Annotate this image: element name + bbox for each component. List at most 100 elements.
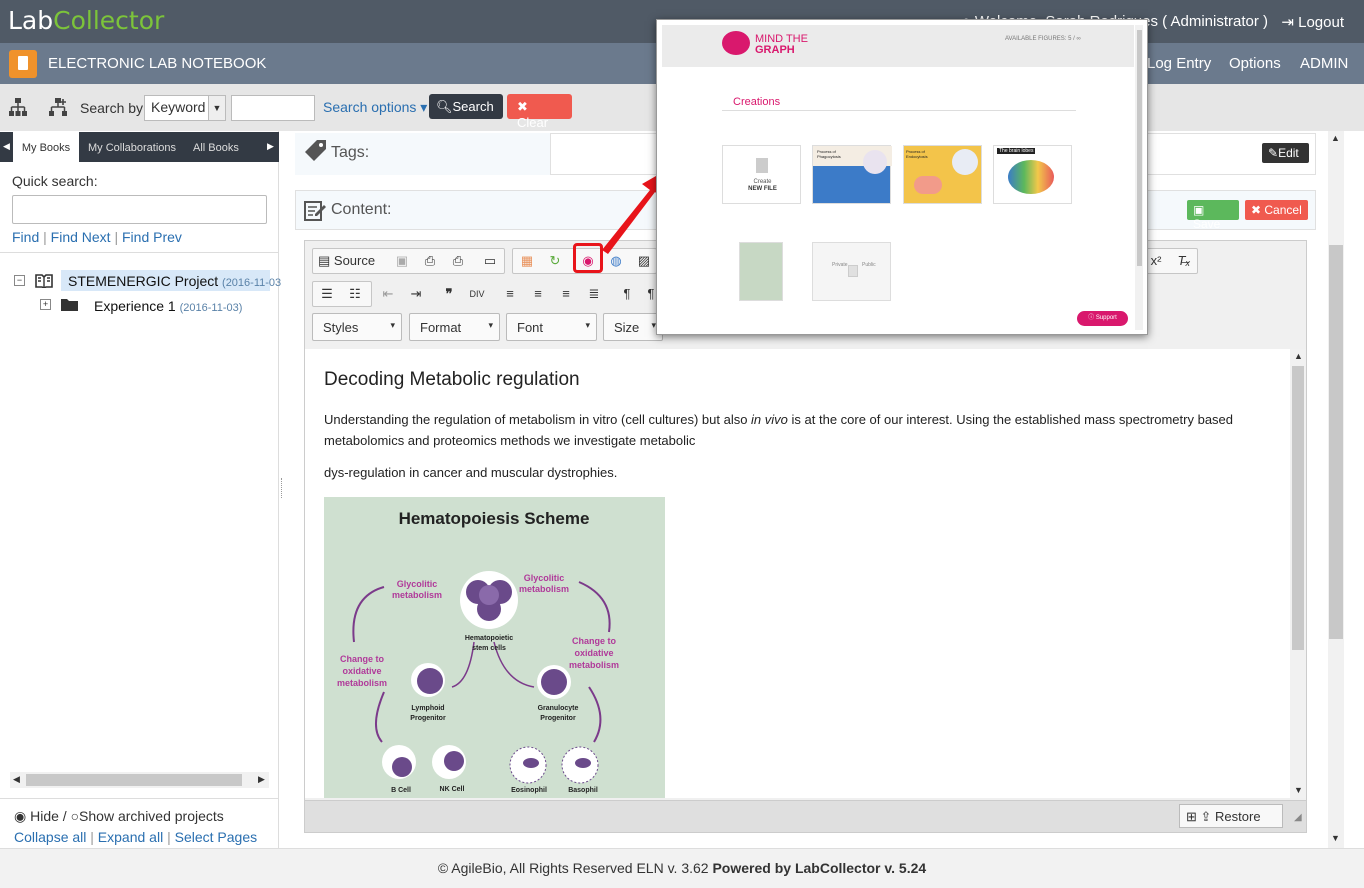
numbered-list-icon[interactable]: ☰ <box>316 283 338 305</box>
clear-button[interactable]: ✖ Clear <box>507 94 572 130</box>
bulleted-list-icon[interactable]: ☷ <box>344 283 366 305</box>
restore-icon: ⇪ <box>1200 809 1216 824</box>
ltr-icon[interactable]: ¶ <box>616 283 638 305</box>
tab-all-books[interactable]: All Books <box>193 132 239 162</box>
document-paragraph: Understanding the regulation of metaboli… <box>324 412 1234 448</box>
restore-button[interactable]: ⊞ ⇪ Restore <box>1179 804 1283 828</box>
scroll-up-icon[interactable]: ▲ <box>1331 133 1340 143</box>
show-radio[interactable]: ○ <box>71 808 79 824</box>
collapse-toggle-icon[interactable]: − <box>14 275 25 286</box>
expand-all-link[interactable]: Expand all <box>98 829 163 845</box>
tab-left-arrow-icon[interactable]: ◀ <box>3 141 10 152</box>
creation-thumbnail[interactable]: Process of Phagocytosis <box>812 145 892 204</box>
creation-thumbnail[interactable]: Process of Endocytosis <box>903 145 982 204</box>
creation-thumbnail[interactable]: The brain lobes <box>993 145 1072 204</box>
labcollector-logo[interactable]: LabCollector <box>8 6 164 35</box>
blockquote-icon[interactable]: ❞ <box>438 283 460 305</box>
nav-admin[interactable]: ADMIN <box>1300 55 1348 72</box>
find-prev-link[interactable]: Find Prev <box>122 229 182 245</box>
size-combo[interactable]: Size <box>603 313 663 341</box>
select-pages-link[interactable]: Select Pages <box>175 829 258 845</box>
creation-thumbnail[interactable]: Private Public <box>812 242 891 301</box>
font-combo[interactable]: Font <box>506 313 597 341</box>
tab-my-books[interactable]: My Books <box>13 132 79 162</box>
search-button[interactable]: 🔍︎Search <box>429 94 503 119</box>
create-new-file-card[interactable]: Create NEW FILE <box>722 145 801 204</box>
available-figures: AVAILABLE FIGURES: 5 / ∞ <box>1005 36 1081 42</box>
edit-tags-button[interactable]: ✎Edit <box>1262 143 1309 163</box>
print-icon[interactable]: ⎙ <box>447 250 469 272</box>
notebook-icon <box>9 50 37 78</box>
svg-text:Basophil: Basophil <box>568 787 598 794</box>
splitter-handle[interactable] <box>281 478 283 498</box>
edit-document-icon <box>304 201 326 221</box>
file-icon <box>756 158 768 173</box>
svg-text:Glycoliticmetabolism: Glycolitic metabolism <box>392 579 442 600</box>
remove-format-icon[interactable]: T̶ₓ <box>1173 250 1195 272</box>
find-links: Find | Find Next | Find Prev <box>12 229 182 245</box>
document-title: Decoding Metabolic regulation <box>324 369 580 390</box>
align-center-icon[interactable]: ≡ <box>527 283 549 305</box>
indent-icon[interactable]: ⇥ <box>405 283 427 305</box>
find-next-link[interactable]: Find Next <box>51 229 111 245</box>
editor-footer <box>305 800 1306 832</box>
tree-item-experience[interactable]: Experience 1 (2016-11-03) <box>94 298 242 314</box>
source-button[interactable]: ▤ Source <box>318 253 375 269</box>
tree-item-project[interactable]: STEMENERGIC Project (2016-11-03 <box>68 273 281 289</box>
superscript-icon[interactable]: x² <box>1145 250 1167 272</box>
nav-options[interactable]: Options <box>1229 55 1281 72</box>
mindthegraph-logo-icon <box>722 31 750 55</box>
scroll-right-icon[interactable]: ▶ <box>258 774 265 785</box>
creation-thumbnail[interactable] <box>739 242 783 301</box>
hematopoiesis-infographic[interactable]: Hematopoiesis Scheme Glycolitic metabolis… <box>324 497 665 798</box>
justify-icon[interactable]: ≣ <box>583 283 605 305</box>
find-link[interactable]: Find <box>12 229 39 245</box>
save-button[interactable]: ▣ Save <box>1187 200 1239 231</box>
source-icon: ▤ <box>318 253 334 268</box>
support-button[interactable]: ⓘ Support <box>1077 311 1128 326</box>
search-by-select[interactable]: Keyword ▼ <box>144 95 226 121</box>
svg-text:LymphoidProgenitor: Lymphoid Progenitor <box>410 705 446 722</box>
bookmark-icon: ⊞ <box>1186 809 1197 824</box>
tab-my-collaborations[interactable]: My Collaborations <box>88 132 176 162</box>
hide-radio[interactable]: ◉ <box>14 808 26 824</box>
expand-toggle-icon[interactable]: + <box>40 299 51 310</box>
scroll-left-icon[interactable]: ◀ <box>13 774 20 785</box>
scrollbar-thumb[interactable] <box>1292 366 1304 650</box>
sitemap-icon[interactable] <box>8 97 28 117</box>
archive-options: ◉ Hide / ○Show archived projects <box>14 808 224 824</box>
align-left-icon[interactable]: ≡ <box>499 283 521 305</box>
svg-text:Hematopoieticstem cells: Hematopoietic stem cells <box>465 635 513 652</box>
search-options-dropdown[interactable]: Search options ▾ <box>323 99 427 116</box>
tab-right-arrow-icon[interactable]: ▶ <box>267 141 274 152</box>
help-icon: ⓘ <box>1088 315 1096 321</box>
search-icon: 🔍︎ <box>436 99 453 114</box>
outdent-icon[interactable]: ⇤ <box>377 283 399 305</box>
footer-text: © AgileBio, All Rights Reserved ELN v. 3… <box>437 860 927 876</box>
logout-link[interactable]: ⇥ Logout <box>1281 13 1344 31</box>
redo-arrow-icon[interactable]: ↻ <box>544 250 566 272</box>
scroll-down-icon[interactable]: ▼ <box>1294 785 1303 795</box>
templates-icon[interactable]: ▭ <box>479 250 501 272</box>
preview-icon[interactable]: ⎙ <box>419 250 441 272</box>
table-icon[interactable]: ▦ <box>516 250 538 272</box>
format-combo[interactable]: Format <box>409 313 500 341</box>
div-icon[interactable]: DIV <box>466 283 488 305</box>
collapse-all-link[interactable]: Collapse all <box>14 829 86 845</box>
resize-grip-icon[interactable]: ◢ <box>1294 812 1302 823</box>
save-doc-icon[interactable]: ▣ <box>391 250 413 272</box>
cancel-button[interactable]: ✖ Cancel <box>1245 200 1308 220</box>
scrollbar-thumb[interactable] <box>26 774 242 786</box>
align-right-icon[interactable]: ≡ <box>555 283 577 305</box>
tree-plus-icon[interactable] <box>48 97 68 117</box>
scrollbar-thumb[interactable] <box>1137 30 1142 266</box>
svg-text:NK Cell: NK Cell <box>440 786 465 793</box>
scroll-up-icon[interactable]: ▲ <box>1294 351 1303 361</box>
search-input[interactable] <box>231 95 315 121</box>
nav-log-entry[interactable]: Log Entry <box>1147 55 1211 72</box>
styles-combo[interactable]: Styles <box>312 313 402 341</box>
scroll-down-icon[interactable]: ▼ <box>1331 833 1340 843</box>
scrollbar-thumb[interactable] <box>1329 245 1343 639</box>
module-title: ELECTRONIC LAB NOTEBOOK <box>48 55 267 72</box>
quick-search-input[interactable] <box>12 195 267 224</box>
